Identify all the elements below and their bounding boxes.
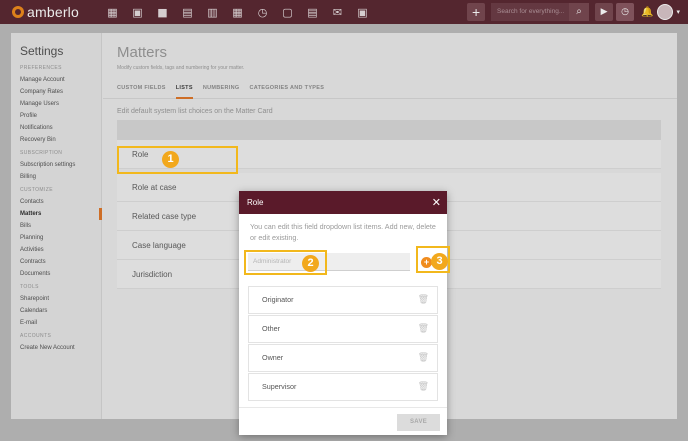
list-item-label: Originator	[262, 295, 294, 304]
list-item[interactable]: Other 🗑	[248, 315, 438, 343]
trash-icon[interactable]: 🗑	[418, 316, 429, 342]
dialog-description: You can edit this field dropdown list it…	[250, 222, 436, 242]
close-icon[interactable]: ✕	[432, 191, 441, 214]
trash-icon[interactable]: 🗑	[418, 345, 429, 371]
list-item-label: Supervisor	[262, 382, 297, 391]
trash-icon[interactable]: 🗑	[418, 374, 429, 400]
trash-icon[interactable]: 🗑	[418, 287, 429, 313]
list-item-label: Owner	[262, 353, 284, 362]
list-item[interactable]: Originator 🗑	[248, 286, 438, 314]
dialog-footer: SAVE	[239, 407, 447, 435]
callout-badge-3: 3	[431, 253, 448, 270]
save-button[interactable]: SAVE	[397, 414, 440, 431]
callout-badge-1: 1	[162, 151, 179, 168]
list-item-label: Other	[262, 324, 280, 333]
list-item[interactable]: Supervisor 🗑	[248, 373, 438, 401]
dialog-title: Role	[247, 198, 264, 207]
dialog-header: Role ✕	[239, 191, 447, 214]
callout-badge-2: 2	[302, 255, 319, 272]
list-item[interactable]: Owner 🗑	[248, 344, 438, 372]
role-dialog: Role ✕ You can edit this field dropdown …	[239, 191, 447, 435]
